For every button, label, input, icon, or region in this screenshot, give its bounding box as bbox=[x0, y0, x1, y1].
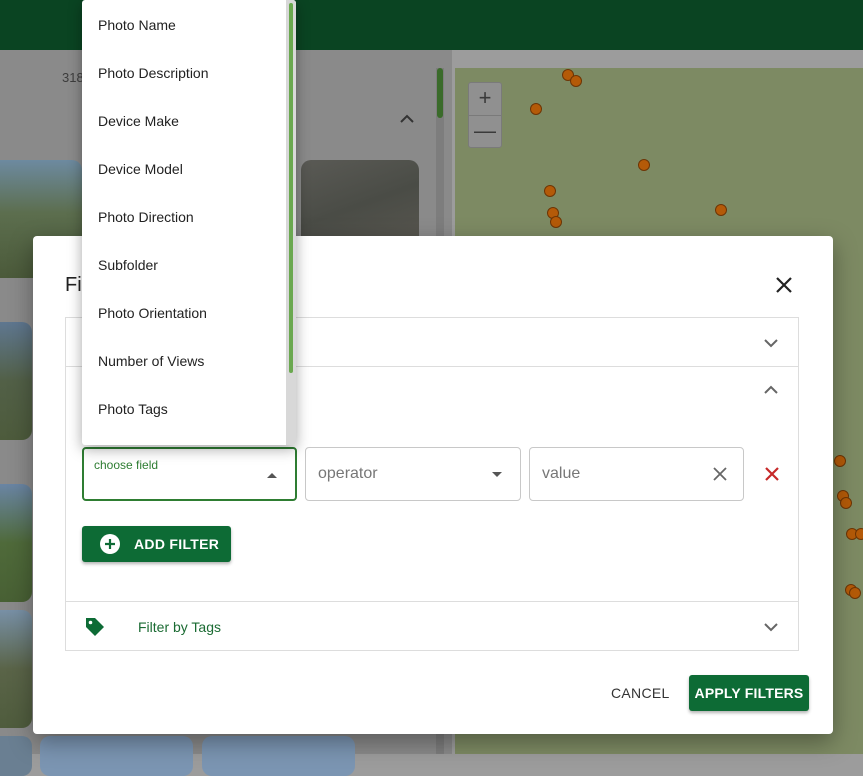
menu-item-number-of-views[interactable]: Number of Views bbox=[98, 353, 204, 369]
photo-thumbnail[interactable] bbox=[0, 322, 32, 440]
map-zoom-control: + — bbox=[468, 82, 502, 148]
tag-icon bbox=[86, 618, 104, 636]
map-pin[interactable] bbox=[715, 204, 727, 216]
photo-thumbnail[interactable] bbox=[202, 736, 355, 776]
remove-filter-icon[interactable] bbox=[763, 465, 781, 483]
gallery-scrollbar-thumb[interactable] bbox=[437, 68, 443, 118]
map-pin[interactable] bbox=[638, 159, 650, 171]
caret-down-icon bbox=[492, 472, 502, 477]
caret-up-icon bbox=[267, 473, 277, 478]
add-circle-icon bbox=[100, 534, 120, 554]
operator-select[interactable]: operator bbox=[305, 447, 521, 501]
zoom-out-button[interactable]: — bbox=[469, 116, 501, 148]
menu-item-photo-tags[interactable]: Photo Tags bbox=[98, 401, 168, 417]
zoom-in-button[interactable]: + bbox=[469, 83, 501, 116]
menu-item-photo-orientation[interactable]: Photo Orientation bbox=[98, 305, 207, 321]
add-filter-label: ADD FILTER bbox=[134, 536, 220, 552]
dialog-title: Fi bbox=[65, 274, 82, 296]
clear-icon[interactable] bbox=[711, 465, 729, 483]
chevron-down-icon[interactable] bbox=[762, 334, 780, 352]
photo-thumbnail[interactable] bbox=[0, 736, 32, 776]
map-pin[interactable] bbox=[834, 455, 846, 467]
chevron-up-icon[interactable] bbox=[398, 110, 416, 128]
chevron-down-icon[interactable] bbox=[762, 618, 780, 636]
map-pin[interactable] bbox=[530, 103, 542, 115]
photo-thumbnail[interactable] bbox=[40, 736, 193, 776]
map-pin[interactable] bbox=[849, 587, 861, 599]
menu-scrollbar-thumb[interactable] bbox=[289, 3, 293, 373]
field-options-menu: Photo Name Photo Description Device Make… bbox=[82, 0, 296, 445]
apply-filters-button[interactable]: APPLY FILTERS bbox=[689, 675, 809, 711]
filter-by-tags-label: Filter by Tags bbox=[138, 619, 221, 635]
cancel-button[interactable]: CANCEL bbox=[611, 685, 670, 701]
map-pin[interactable] bbox=[840, 497, 852, 509]
value-input[interactable]: value bbox=[529, 447, 744, 501]
filter-by-tags-section[interactable]: Filter by Tags bbox=[65, 601, 799, 651]
chevron-up-icon[interactable] bbox=[762, 381, 780, 399]
result-count: 318 bbox=[62, 70, 84, 85]
value-placeholder: value bbox=[542, 465, 581, 482]
menu-item-photo-direction[interactable]: Photo Direction bbox=[98, 209, 194, 225]
menu-item-device-model[interactable]: Device Model bbox=[98, 161, 183, 177]
close-icon[interactable] bbox=[771, 272, 797, 298]
operator-placeholder: operator bbox=[318, 465, 378, 482]
choose-field-label: choose field bbox=[94, 458, 159, 472]
map-pin[interactable] bbox=[855, 528, 863, 540]
photo-thumbnail[interactable] bbox=[0, 610, 32, 728]
menu-item-photo-description[interactable]: Photo Description bbox=[98, 65, 209, 81]
add-filter-button[interactable]: ADD FILTER bbox=[82, 526, 231, 562]
map-pin[interactable] bbox=[544, 185, 556, 197]
menu-item-device-make[interactable]: Device Make bbox=[98, 113, 179, 129]
map-pin[interactable] bbox=[550, 216, 562, 228]
photo-thumbnail[interactable] bbox=[0, 484, 32, 602]
map-pin[interactable] bbox=[570, 75, 582, 87]
menu-item-photo-name[interactable]: Photo Name bbox=[98, 17, 176, 33]
menu-item-subfolder[interactable]: Subfolder bbox=[98, 257, 158, 273]
choose-field-select[interactable]: choose field bbox=[82, 447, 297, 501]
